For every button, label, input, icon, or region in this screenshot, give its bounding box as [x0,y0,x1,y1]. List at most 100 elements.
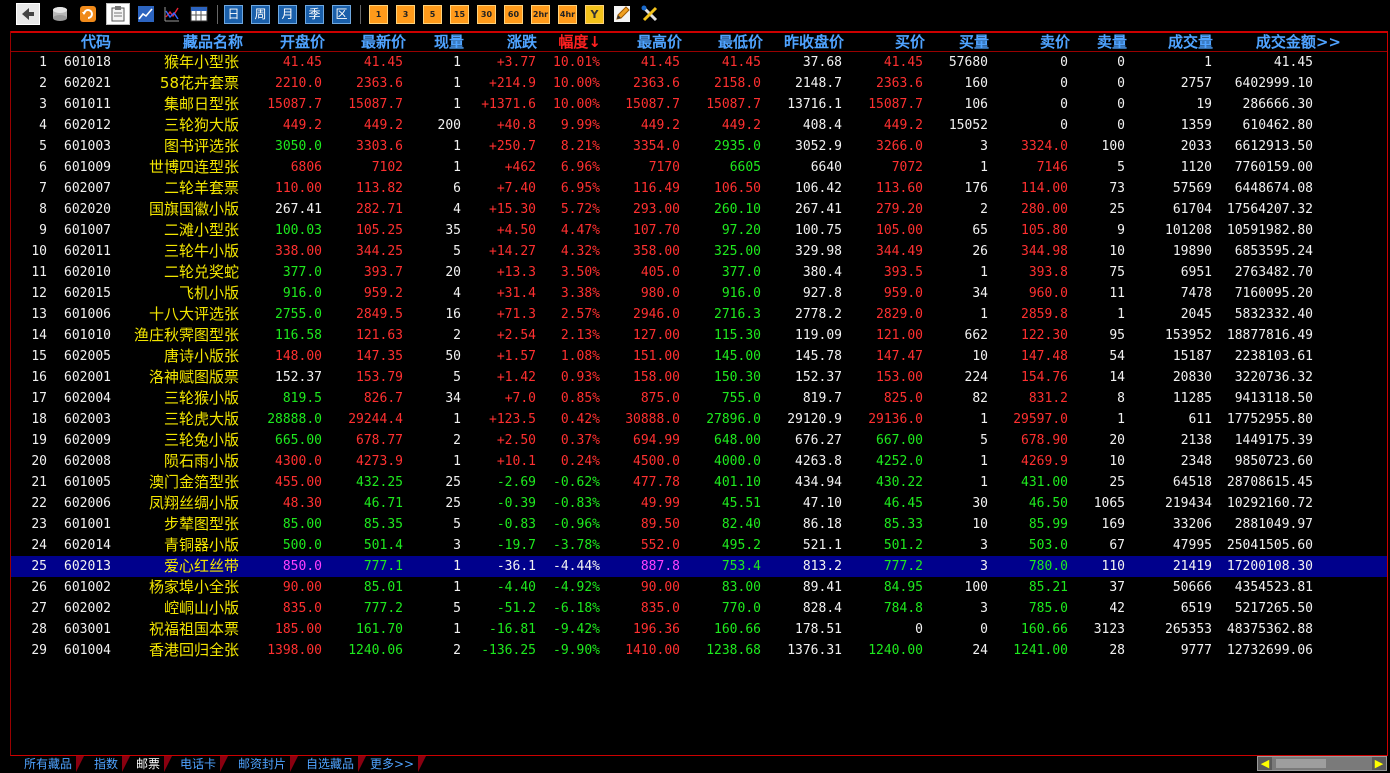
database-icon[interactable] [50,3,70,25]
col-amount[interactable]: 成交金额>> [1213,33,1341,51]
table-row[interactable]: 22 602006 凤翔丝绸小版 48.30 46.71 25 -0.39 -0.83% 49.… [11,493,1387,514]
cell-tvol: 47995 [1172,538,1212,553]
cell-no: 7 [39,181,47,196]
table-row[interactable]: 12 602015 飞机小版 916.0 959.2 4 +31.4 3.38% 980.0 91… [11,283,1387,304]
table-row[interactable]: 9 601007 二滩小型张 100.03 105.25 35 +4.50 4.47% 107.… [11,220,1387,241]
period-range-button[interactable]: 区 [332,5,351,24]
cell-pct: 0.24% [560,454,600,469]
table-row[interactable]: 2 602021 58花卉套票 2210.0 2363.6 1 +214.9 10.00% 23… [11,73,1387,94]
scroll-thumb[interactable] [1276,759,1326,768]
table-row[interactable]: 16 602001 洛神赋图版票 152.37 153.79 5 +1.42 0.93% 158… [11,367,1387,388]
tab-0[interactable]: 所有藏品 [20,756,85,772]
table-row[interactable]: 14 601010 渔庄秋霁图型张 116.58 121.63 2 +2.54 2.13% 12… [11,325,1387,346]
tools-icon[interactable] [640,3,660,25]
minute-3-button[interactable]: 3 [396,5,415,24]
col-ask[interactable]: 卖价 [989,33,1070,51]
col-open[interactable]: 开盘价 [243,33,325,51]
cell-name: 步辇图型张 [163,515,239,533]
table-row[interactable]: 10 602011 三轮牛小版 338.00 344.25 5 +14.27 4.32% 358… [11,241,1387,262]
cell-code: 602007 [64,181,111,196]
cell-prev: 106.42 [795,181,842,196]
col-low[interactable]: 最低价 [682,33,763,51]
cell-name: 世博四连型张 [148,158,239,176]
cell-no: 6 [39,160,47,175]
table-row[interactable]: 6 601009 世博四连型张 6806 7102 1 +462 6.96% 7170 6605 6… [11,157,1387,178]
cell-bidv: 0 [980,622,988,637]
table-icon[interactable] [189,3,209,25]
scroll-right-icon[interactable]: ▶ [1372,757,1386,770]
period-day-button[interactable]: 日 [224,5,243,24]
trend-chart-icon[interactable] [162,3,182,25]
cell-name: 杨家埠小全张 [148,578,239,596]
table-row[interactable]: 25 602013 爱心红丝带 850.0 777.1 1 -36.1 -4.44% 887.8… [11,556,1387,577]
tab-4[interactable]: 邮资封片 [234,756,299,772]
cell-last: 15087.7 [348,97,403,112]
cell-vol: 4 [453,202,461,217]
back-icon[interactable] [16,3,40,25]
cell-prev: 2148.7 [795,76,842,91]
year-button[interactable]: Y [585,5,604,24]
tab-5[interactable]: 自选藏品 [302,756,367,772]
table-row[interactable]: 11 602010 二轮兑奖蛇 377.0 393.7 20 +13.3 3.50% 405.0… [11,262,1387,283]
table-row[interactable]: 19 602009 三轮兔小版 665.00 678.77 2 +2.50 0.37% 694.… [11,430,1387,451]
col-ask-volume[interactable]: 卖量 [1070,33,1127,51]
table-row[interactable]: 21 601005 澳门金箔型张 455.00 432.25 25 -2.69 -0.62% 4… [11,472,1387,493]
col-volume[interactable]: 现量 [406,33,464,51]
col-total-volume[interactable]: 成交量 [1127,33,1213,51]
clipboard-icon[interactable] [106,3,130,25]
horizontal-scrollbar[interactable]: ◀ ▶ [1257,756,1387,771]
col-change[interactable]: 涨跌 [464,33,537,51]
table-row[interactable]: 5 601003 图书评选张 3050.0 3303.6 1 +250.7 8.21% 3354… [11,136,1387,157]
table-row[interactable]: 23 601001 步辇图型张 85.00 85.35 5 -0.83 -0.96% 89.50… [11,514,1387,535]
col-high[interactable]: 最高价 [601,33,682,51]
tab-3[interactable]: 电话卡 [176,756,229,772]
col-name[interactable]: 藏品名称 [133,33,243,51]
pencil-icon[interactable] [612,3,632,25]
cell-bid: 105.00 [876,223,923,238]
col-code[interactable]: 代码 [49,33,111,51]
period-season-button[interactable]: 季 [305,5,324,24]
col-bid[interactable]: 买价 [844,33,925,51]
period-week-button[interactable]: 周 [251,5,270,24]
table-row[interactable]: 26 601002 杨家埠小全张 90.00 85.01 1 -4.40 -4.92% 90.0… [11,577,1387,598]
table-row[interactable]: 8 602020 国旗国徽小版 267.41 282.71 4 +15.30 5.72% 293… [11,199,1387,220]
cell-bid: 449.2 [883,118,923,133]
refresh-icon[interactable] [78,3,98,25]
minute-5-button[interactable]: 5 [423,5,442,24]
table-row[interactable]: 18 602003 三轮虎大版 28888.0 29244.4 1 +123.5 0.42% 3… [11,409,1387,430]
table-row[interactable]: 4 602012 三轮狗大版 449.2 449.2 200 +40.8 9.99% 449.2… [11,115,1387,136]
col-bid-volume[interactable]: 买量 [925,33,989,51]
cell-bid: 147.47 [876,349,923,364]
hour-4-button[interactable]: 4hr [558,5,577,24]
minute-1-button[interactable]: 1 [369,5,388,24]
cell-high: 49.99 [640,496,680,511]
line-chart-icon[interactable] [136,3,156,25]
col-prev-close[interactable]: 昨收盘价 [763,33,844,51]
cell-bid: 279.20 [876,202,923,217]
period-month-button[interactable]: 月 [278,5,297,24]
cell-amt: 9413118.50 [1234,391,1313,406]
tab-2[interactable]: 邮票 [132,756,173,772]
cell-prev: 329.98 [795,244,842,259]
table-row[interactable]: 29 601004 香港回归全张 1398.00 1240.06 2 -136.25 -9.9… [11,640,1387,661]
table-row[interactable]: 1 601018 猴年小型张 41.45 41.45 1 +3.77 10.01% 41.45 4… [11,52,1387,73]
hour-2-button[interactable]: 2hr [531,5,550,24]
table-row[interactable]: 7 602007 二轮羊套票 110.00 113.82 6 +7.40 6.95% 116.4… [11,178,1387,199]
tab-1[interactable]: 指数 [90,756,131,772]
minute-60-button[interactable]: 60 [504,5,523,24]
table-row[interactable]: 20 602008 陨石雨小版 4300.0 4273.9 1 +10.1 0.24% 4500… [11,451,1387,472]
table-row[interactable]: 24 602014 青铜器小版 500.0 501.4 3 -19.7 -3.78% 552.0… [11,535,1387,556]
minute-30-button[interactable]: 30 [477,5,496,24]
table-row[interactable]: 27 602002 崆峒山小版 835.0 777.2 5 -51.2 -6.18% 835.0… [11,598,1387,619]
table-row[interactable]: 28 603001 祝福祖国本票 185.00 161.70 1 -16.81 -9.42% 1… [11,619,1387,640]
tab-6[interactable]: 更多>> [366,756,427,772]
table-row[interactable]: 13 601006 十八大评选张 2755.0 2849.5 16 +71.3 2.57% 29… [11,304,1387,325]
cell-open: 85.00 [282,517,322,532]
minute-15-button[interactable]: 15 [450,5,469,24]
col-percent-sorted[interactable]: 幅度↓ [537,33,601,51]
table-row[interactable]: 3 601011 集邮日型张 15087.7 15087.7 1 +1371.6 10.00%… [11,94,1387,115]
scroll-left-icon[interactable]: ◀ [1258,757,1272,770]
table-row[interactable]: 15 602005 唐诗小版张 148.00 147.35 50 +1.57 1.08% 151… [11,346,1387,367]
col-last[interactable]: 最新价 [325,33,406,51]
table-row[interactable]: 17 602004 三轮猴小版 819.5 826.7 34 +7.0 0.85% 875.0 7… [11,388,1387,409]
